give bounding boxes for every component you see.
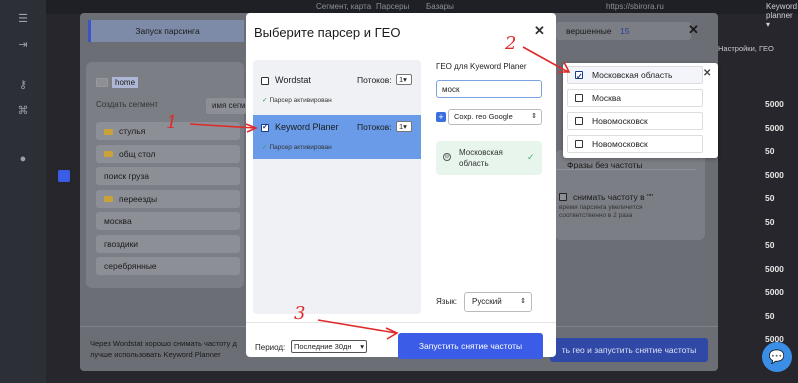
arrow-line [317,319,397,334]
annotation-arrows [189,46,571,340]
chat-icon[interactable]: 💬 [762,342,792,372]
annotation-number: 1 [166,112,178,133]
arrow-line [189,123,256,129]
annotation-number: 3 [294,303,306,324]
arrow-head-icon [385,327,399,340]
annotation-number: 2 [505,33,517,54]
arrow-line [522,46,569,73]
